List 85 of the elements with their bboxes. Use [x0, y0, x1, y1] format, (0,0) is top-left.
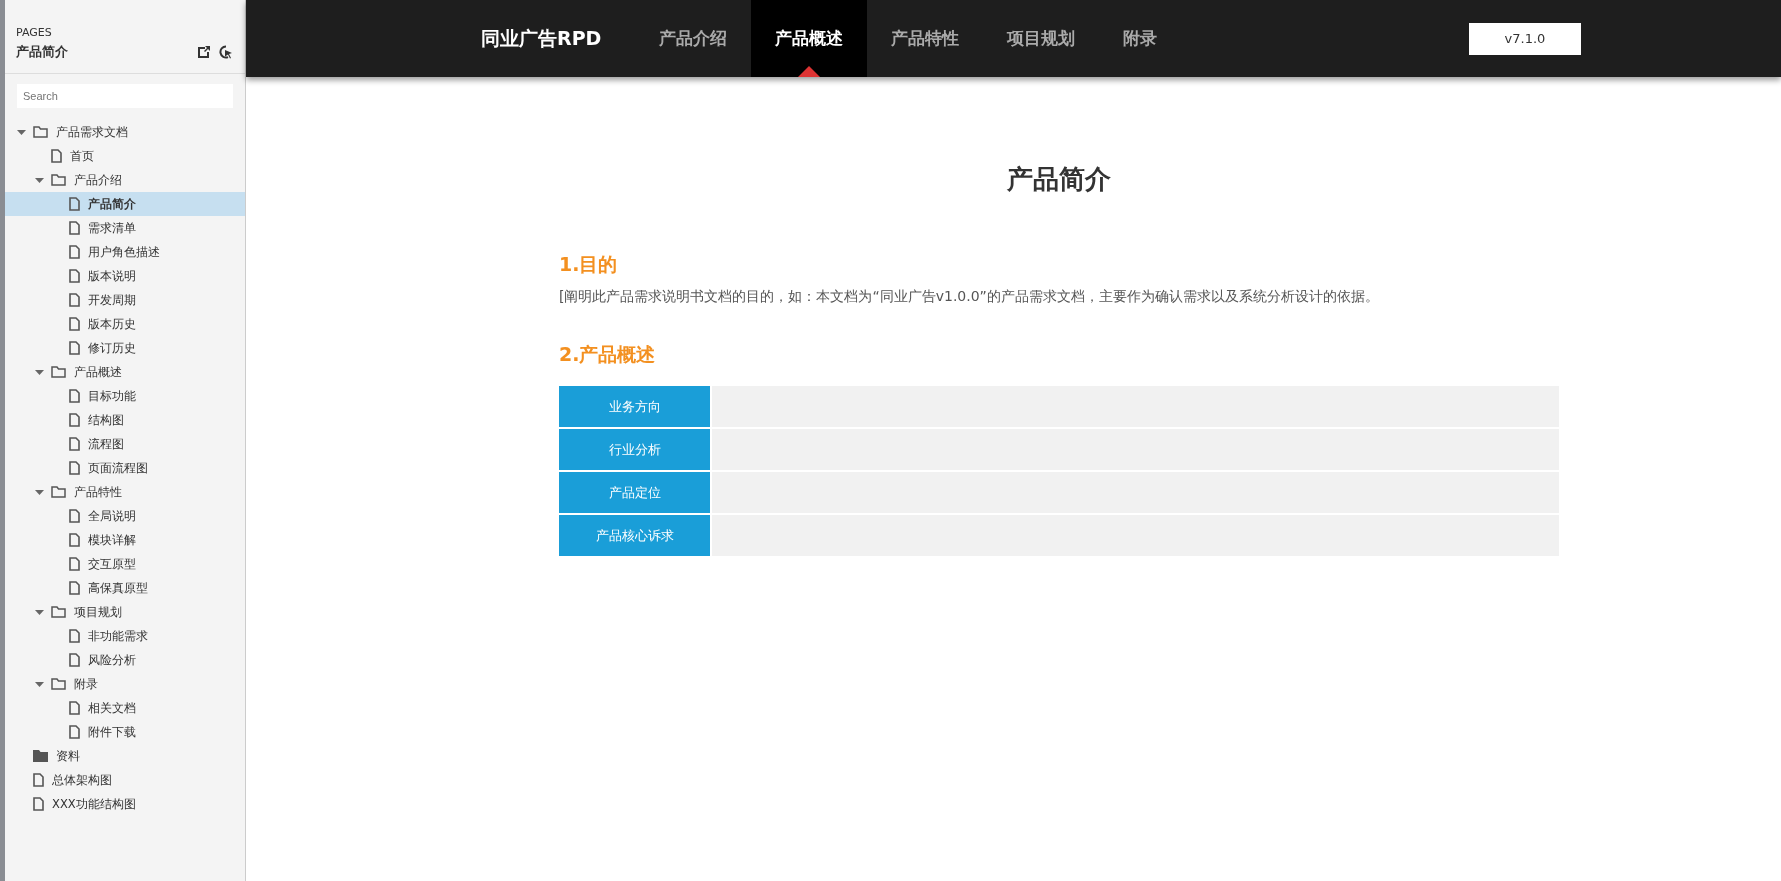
- page-icon: [69, 341, 80, 355]
- tree-item[interactable]: 产品介绍: [5, 168, 245, 192]
- page-icon: [69, 461, 80, 475]
- tree-item[interactable]: 交互原型: [5, 552, 245, 576]
- tree-item[interactable]: XXX功能结构图: [5, 792, 245, 816]
- tree-item[interactable]: 目标功能: [5, 384, 245, 408]
- page-icon: [69, 221, 80, 235]
- folder-icon: [51, 366, 66, 378]
- current-page-title: 产品简介: [16, 43, 68, 61]
- tree-item[interactable]: 需求清单: [5, 216, 245, 240]
- tree-item[interactable]: 产品简介: [5, 192, 245, 216]
- page-icon: [69, 197, 80, 211]
- page-icon: [69, 701, 80, 715]
- page-icon: [69, 629, 80, 643]
- table-header-cell: 行业分析: [559, 429, 710, 470]
- tree-item[interactable]: 开发周期: [5, 288, 245, 312]
- tree-item[interactable]: 相关文档: [5, 696, 245, 720]
- nav-tab[interactable]: 产品特性: [867, 0, 984, 77]
- page-icon: [33, 797, 44, 811]
- page-icon: [69, 533, 80, 547]
- caret-icon[interactable]: [35, 489, 44, 495]
- tree-item[interactable]: 附件下载: [5, 720, 245, 744]
- tree-item[interactable]: 资料: [5, 744, 245, 768]
- tree-item[interactable]: 页面流程图: [5, 456, 245, 480]
- tree-item[interactable]: 产品需求文档: [5, 120, 245, 144]
- tree-item[interactable]: 版本历史: [5, 312, 245, 336]
- search-field[interactable]: Search: [17, 84, 233, 108]
- active-pointer-icon: [798, 66, 821, 77]
- table-header-cell: 业务方向: [559, 386, 710, 427]
- page-icon: [69, 653, 80, 667]
- folder-icon: [51, 174, 66, 186]
- page-icon: [69, 293, 80, 307]
- section-heading: 2.产品概述: [559, 342, 657, 367]
- open-external-icon[interactable]: [197, 45, 211, 59]
- page-icon: [69, 509, 80, 523]
- table-header-cell: 产品定位: [559, 472, 710, 513]
- page-icon: [69, 317, 80, 331]
- nav-tab[interactable]: 项目规划: [983, 0, 1100, 77]
- page-icon: [69, 269, 80, 283]
- tree-item[interactable]: 首页: [5, 144, 245, 168]
- section-heading: 1.目的: [559, 252, 619, 277]
- folder-icon: [33, 126, 48, 138]
- page-title: 产品简介: [1006, 163, 1112, 196]
- page-icon: [69, 413, 80, 427]
- pointer-icon[interactable]: [219, 45, 233, 59]
- page-icon: [51, 149, 62, 163]
- caret-icon[interactable]: [35, 609, 44, 615]
- caret-icon[interactable]: [35, 369, 44, 375]
- nav-tab[interactable]: 产品概述: [751, 0, 868, 77]
- nav-tab[interactable]: 产品介绍: [635, 0, 752, 77]
- pages-heading: PAGES: [16, 26, 53, 39]
- caret-icon[interactable]: [35, 681, 44, 687]
- caret-icon[interactable]: [17, 129, 26, 135]
- page-icon: [69, 581, 80, 595]
- page-icon: [69, 245, 80, 259]
- tree-item[interactable]: 非功能需求: [5, 624, 245, 648]
- folder-icon: [33, 750, 48, 762]
- nav-tab[interactable]: 附录: [1099, 0, 1182, 77]
- page-icon: [69, 437, 80, 451]
- tree-item[interactable]: 修订历史: [5, 336, 245, 360]
- table-header-cell: 产品核心诉求: [559, 515, 710, 556]
- tree-item[interactable]: 风险分析: [5, 648, 245, 672]
- tree-item[interactable]: 用户角色描述: [5, 240, 245, 264]
- caret-icon[interactable]: [35, 177, 44, 183]
- tree-item[interactable]: 模块详解: [5, 528, 245, 552]
- tree-item[interactable]: 结构图: [5, 408, 245, 432]
- folder-icon: [51, 486, 66, 498]
- paragraph: [阐明此产品需求说明书文档的目的，如：本文档为“同业广告v1.0.0”的产品需求文档，主要作为确认需求以及系统分析设计的依据。: [559, 288, 1380, 306]
- page-icon: [33, 773, 44, 787]
- tree-item[interactable]: 全局说明: [5, 504, 245, 528]
- tree-item[interactable]: 总体架构图: [5, 768, 245, 792]
- page-icon: [69, 557, 80, 571]
- tree-item[interactable]: 版本说明: [5, 264, 245, 288]
- tree-item[interactable]: 产品概述: [5, 360, 245, 384]
- tree-item[interactable]: 高保真原型: [5, 576, 245, 600]
- version-label: v7.1.0: [1469, 22, 1581, 55]
- folder-icon: [51, 606, 66, 618]
- page-icon: [69, 389, 80, 403]
- tree-item[interactable]: 产品特性: [5, 480, 245, 504]
- tree-item[interactable]: 流程图: [5, 432, 245, 456]
- folder-icon: [51, 678, 66, 690]
- brand-title: 同业广告RPD: [481, 25, 602, 51]
- page-icon: [69, 725, 80, 739]
- tree-item[interactable]: 项目规划: [5, 600, 245, 624]
- tree-item[interactable]: 附录: [5, 672, 245, 696]
